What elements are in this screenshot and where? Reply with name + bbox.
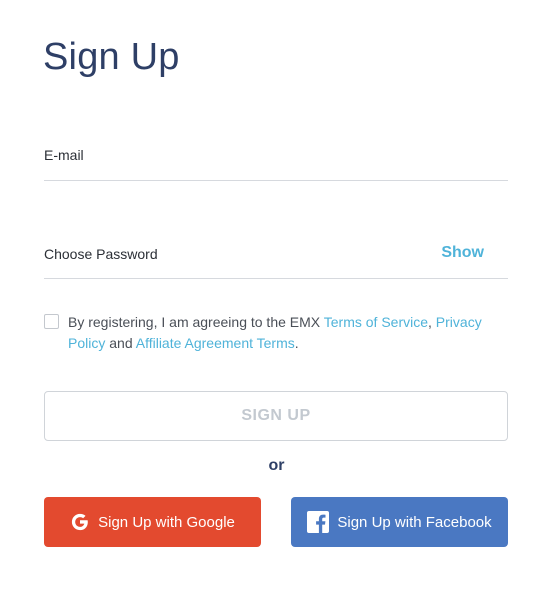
page-title: Sign Up xyxy=(43,36,180,78)
email-field[interactable]: E-mail xyxy=(44,133,508,181)
email-input[interactable] xyxy=(44,133,508,180)
password-field[interactable]: Choose Password Show xyxy=(44,231,508,279)
facebook-f-icon xyxy=(307,511,330,533)
google-sign-up-button[interactable]: Sign Up with Google xyxy=(44,497,261,547)
google-g-icon xyxy=(70,512,90,532)
terms-of-service-link[interactable]: Terms of Service xyxy=(324,314,428,330)
facebook-button-label: Sign Up with Facebook xyxy=(337,513,492,531)
facebook-sign-up-button[interactable]: Sign Up with Facebook xyxy=(291,497,508,547)
terms-and: and xyxy=(105,335,136,351)
terms-text: By registering, I am agreeing to the EMX… xyxy=(68,312,488,354)
password-input[interactable] xyxy=(44,231,508,278)
affiliate-agreement-link[interactable]: Affiliate Agreement Terms xyxy=(136,335,295,351)
terms-separator: , xyxy=(428,314,436,330)
terms-checkbox[interactable] xyxy=(44,314,59,329)
sign-up-button[interactable]: SIGN UP xyxy=(44,391,508,441)
terms-suffix: . xyxy=(294,335,299,351)
google-button-label: Sign Up with Google xyxy=(98,513,235,531)
show-password-toggle[interactable]: Show xyxy=(441,244,484,262)
or-divider: or xyxy=(268,457,285,474)
terms-prefix: By registering, I am agreeing to the EMX xyxy=(68,314,324,330)
